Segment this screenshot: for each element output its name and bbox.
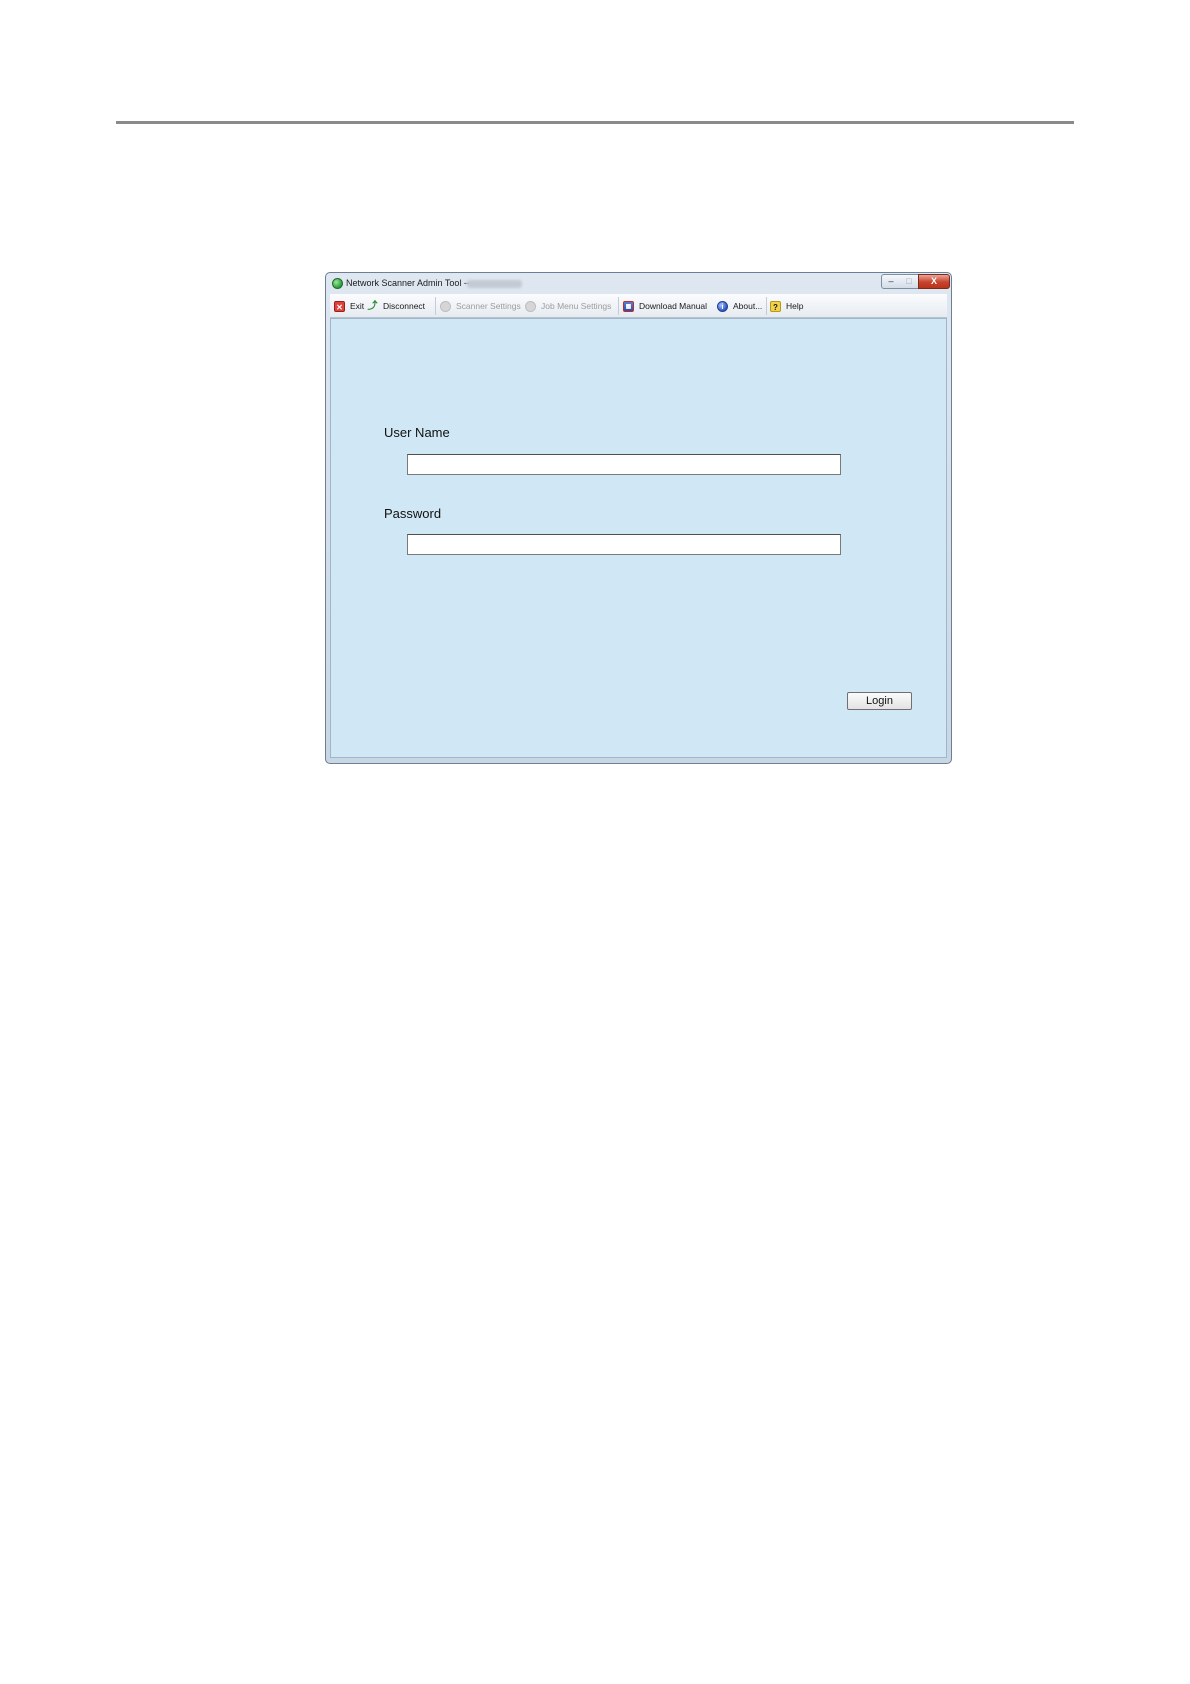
title-bar[interactable]: Network Scanner Admin Tool ----- – □ X (326, 273, 951, 294)
about-icon: i (717, 300, 728, 312)
exit-icon: ✕ (334, 300, 345, 312)
username-label: User Name (384, 425, 450, 440)
window-title: Network Scanner Admin Tool ----- (346, 278, 479, 288)
toolbar-item-label: Exit (350, 301, 365, 311)
toolbar-help-button[interactable]: ? Help (770, 298, 803, 314)
job-menu-settings-icon (525, 300, 536, 312)
toolbar-separator (435, 297, 436, 315)
toolbar-item-label: About... (733, 301, 763, 311)
minimize-button[interactable]: – (881, 274, 901, 289)
manual-icon: ▦ (623, 300, 634, 312)
toolbar-item-label: Download Manual (639, 301, 708, 311)
toolbar-scanner-settings-button[interactable]: Scanner Settings (440, 298, 521, 314)
toolbar-separator (618, 297, 619, 315)
toolbar-job-menu-settings-button[interactable]: Job Menu Settings (525, 298, 611, 314)
toolbar-item-label: Help (786, 301, 804, 311)
network-scanner-admin-window: Network Scanner Admin Tool ----- – □ X ✕… (325, 272, 952, 764)
help-icon: ? (770, 300, 781, 312)
toolbar-disconnect-button[interactable]: ⤴ Disconnect (367, 298, 426, 314)
disconnect-icon: ⤴ (367, 300, 378, 312)
page-header-rule (116, 121, 1074, 124)
toolbar: ✕ Exit ⤴ Disconnect Scanner Settings Job… (330, 294, 947, 318)
toolbar-item-label: Job Menu Settings (541, 301, 612, 311)
toolbar-item-label: Scanner Settings (456, 301, 521, 311)
toolbar-item-label: Disconnect (383, 301, 426, 311)
toolbar-about-button[interactable]: i About... (717, 298, 762, 314)
blurred-host-name (467, 280, 522, 288)
password-label: Password (384, 506, 442, 521)
login-panel: User Name Password Login (330, 318, 947, 758)
username-field[interactable] (407, 454, 841, 475)
close-button[interactable]: X (918, 274, 950, 289)
toolbar-separator (766, 297, 767, 315)
login-button[interactable]: Login (847, 692, 912, 710)
toolbar-download-manual-button[interactable]: ▦ Download Manual (623, 298, 707, 314)
maximize-button[interactable]: □ (900, 274, 919, 289)
scanner-settings-icon (440, 300, 451, 312)
toolbar-exit-button[interactable]: ✕ Exit (334, 298, 364, 314)
app-icon (332, 278, 343, 289)
password-field[interactable] (407, 534, 841, 555)
